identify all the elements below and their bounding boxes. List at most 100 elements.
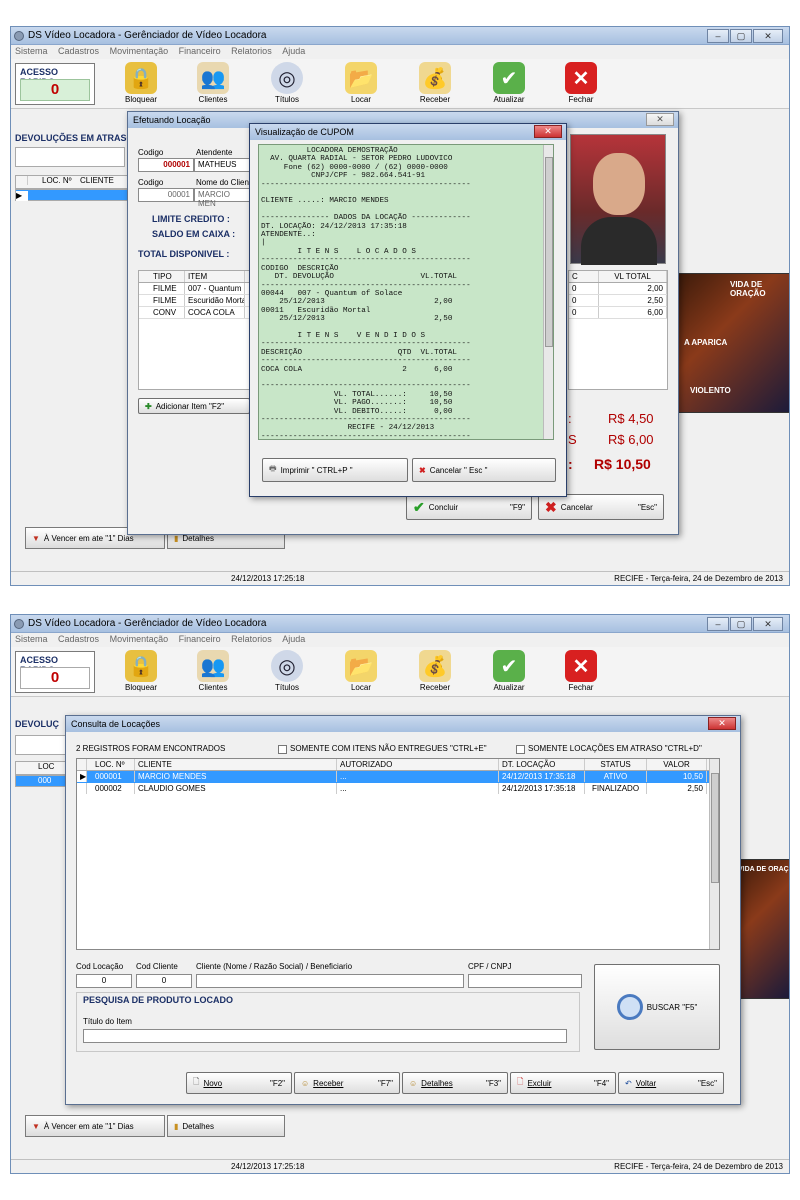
bloquear-label: Bloquear [124, 683, 158, 692]
dvd-icon: ◎ [271, 650, 303, 682]
novo-button[interactable]: 🗋 Novo "F2" [186, 1072, 292, 1094]
locar-button[interactable]: 📂 Locar [331, 650, 391, 696]
clientes-button[interactable]: 👥 Clientes [183, 650, 243, 696]
maximize-button[interactable]: ▢ [730, 29, 752, 43]
cupom-scroll-thumb[interactable] [545, 157, 553, 347]
grid-scroll-thumb[interactable] [711, 773, 719, 883]
locacao-close-button[interactable]: ✕ [646, 113, 674, 126]
cpf-cnpj-label: CPF / CNPJ [468, 962, 512, 971]
minimize-button[interactable]: – [707, 29, 729, 43]
locacoes-em-atraso-checkbox[interactable] [516, 745, 525, 754]
menu-financeiro[interactable]: Financeiro [175, 633, 225, 645]
concluir-button[interactable]: ✔ Concluir "F9" [406, 494, 532, 520]
menu-financeiro[interactable]: Financeiro [175, 45, 225, 57]
menu-ajuda[interactable]: Ajuda [278, 45, 309, 57]
menu-sistema[interactable]: Sistema [11, 45, 52, 57]
menu-sistema[interactable]: Sistema [11, 633, 52, 645]
nome-cliente-field[interactable]: MARCIO MEN [194, 188, 250, 208]
registros-count: 2 REGISTROS FORAM ENCONTRADOS [76, 744, 226, 753]
codigo-cliente-field[interactable]: 00001 [138, 188, 194, 202]
c-header: C [569, 271, 599, 282]
vl-cell: 6,00 [599, 307, 667, 318]
cliente-nome-label: Cliente (Nome / Razão Social) / Benefici… [196, 962, 353, 971]
cupom-line: ----------------------------------------… [261, 416, 471, 424]
itens-grid-row[interactable]: FILME Escuridão Morta [139, 295, 249, 307]
itens-grid-header: TIPO ITEM [139, 271, 249, 283]
cod-locacao-field[interactable]: 0 [76, 974, 132, 988]
locar-label: Locar [350, 683, 371, 692]
locar-label: Locar [350, 95, 371, 104]
dvd-icon: ◎ [271, 62, 303, 94]
close-button[interactable]: ✕ [753, 29, 783, 43]
cliente-nome-field[interactable] [196, 974, 464, 988]
menu-ajuda[interactable]: Ajuda [278, 633, 309, 645]
consulta-close-button[interactable]: ✕ [708, 717, 736, 730]
cupom-titlebar: Visualização de CUPOM ✕ [250, 124, 566, 140]
grid-scrollbar[interactable] [709, 759, 719, 949]
cpf-cnpj-field[interactable] [468, 974, 582, 988]
cupom-line: ----------------------------------------… [261, 382, 471, 391]
atualizar-label: Atualizar [493, 95, 525, 104]
valores-grid-row[interactable]: 0 2,50 [569, 295, 667, 307]
receber-consulta-button[interactable]: ☺ Receber "F7" [294, 1072, 400, 1094]
atualizar-button[interactable]: ✔ Atualizar [479, 62, 539, 108]
a-vencer-button[interactable]: ▼ À Vencer em ate "1" Dias [25, 1115, 165, 1137]
valores-grid-header: C VL TOTAL [569, 271, 667, 283]
titulo-item-field[interactable] [83, 1029, 567, 1043]
loc-header: LOC. Nº [87, 759, 135, 770]
itens-nao-entregues-checkbox[interactable] [278, 745, 287, 754]
cancelar-cupom-button[interactable]: ✖ Cancelar " Esc " [412, 458, 556, 482]
status-location: RECIFE - Terça-feira, 24 de Dezembro de … [614, 574, 783, 583]
cupom-close-button[interactable]: ✕ [534, 125, 562, 138]
users-icon: 👥 [197, 62, 229, 94]
locacao-row[interactable]: 000002 CLAUDIO GOMES... 24/12/2013 17:35:1… [77, 783, 719, 795]
devolucoes-filter[interactable] [15, 147, 125, 167]
menu-cadastros[interactable]: Cadastros [54, 633, 103, 645]
valores-grid-row[interactable]: 0 6,00 [569, 307, 667, 319]
close-button[interactable]: ✕ [753, 617, 783, 631]
imprimir-button[interactable]: 🖶 Imprimir " CTRL+P " [262, 458, 408, 482]
excluir-button[interactable]: 🗋 Excluir "F4" [510, 1072, 616, 1094]
atendente-field[interactable]: MATHEUS [194, 158, 250, 172]
padlock-icon: 🔒 [125, 62, 157, 94]
buscar-button[interactable]: BUSCAR "F5" [594, 964, 720, 1050]
itens-grid-row[interactable]: FILME 007 - Quantum o [139, 283, 249, 295]
menu-relatorios[interactable]: Relatorios [227, 45, 276, 57]
status-cell: FINALIZADO [585, 783, 647, 794]
acesso-rapido-input[interactable]: 0 [20, 667, 90, 689]
receber-label: Receber [419, 95, 451, 104]
locar-button[interactable]: 📂 Locar [331, 62, 391, 108]
atualizar-button[interactable]: ✔ Atualizar [479, 650, 539, 696]
titulos-button[interactable]: ◎ Títulos [257, 62, 317, 108]
detalhes-consulta-button[interactable]: ☺ Detalhes "F3" [402, 1072, 508, 1094]
bloquear-button[interactable]: 🔒 Bloquear [111, 62, 171, 108]
adicionar-item-button[interactable]: ✚ Adicionar Item "F2" [138, 398, 250, 414]
valores-grid-row[interactable]: 0 2,00 [569, 283, 667, 295]
cupom-line: AV. QUARTA RADIAL - SETOR PEDRO LUDOVICO [261, 155, 453, 164]
menu-movimentacao[interactable]: Movimentação [106, 45, 173, 57]
locacao-row[interactable]: ▶ 000001 MARCIO MENDES... 24/12/2013 17:35:… [77, 771, 719, 783]
acesso-rapido-input[interactable]: 0 [20, 79, 90, 101]
fechar-button[interactable]: ✕ Fechar [551, 650, 611, 696]
clientes-button[interactable]: 👥 Clientes [183, 62, 243, 108]
titulos-button[interactable]: ◎ Títulos [257, 650, 317, 696]
status-datetime: 24/12/2013 17:25:18 [231, 574, 305, 583]
menu-cadastros[interactable]: Cadastros [54, 45, 103, 57]
receber-button[interactable]: 💰 Receber [405, 650, 465, 696]
itens-grid-row[interactable]: CONV COCA COLA [139, 307, 249, 319]
devolucoes-row[interactable]: ▶ [15, 189, 133, 201]
bloquear-button[interactable]: 🔒 Bloquear [111, 650, 171, 696]
minimize-button[interactable]: – [707, 617, 729, 631]
receber-button[interactable]: 💰 Receber [405, 62, 465, 108]
cupom-scrollbar[interactable] [543, 145, 553, 439]
menu-relatorios[interactable]: Relatorios [227, 633, 276, 645]
codigo-field[interactable]: 000001 [138, 158, 194, 172]
voltar-button[interactable]: ↶ Voltar "Esc" [618, 1072, 724, 1094]
detalhes-button[interactable]: ▮ Detalhes [167, 1115, 285, 1137]
window-titlebar: DS Vídeo Locadora - Gerênciador de Vídeo… [11, 615, 789, 633]
menu-movimentacao[interactable]: Movimentação [106, 633, 173, 645]
maximize-button[interactable]: ▢ [730, 617, 752, 631]
cancelar-locacao-button[interactable]: ✖ Cancelar "Esc" [538, 494, 664, 520]
fechar-button[interactable]: ✕ Fechar [551, 62, 611, 108]
cod-cliente-field[interactable]: 0 [136, 974, 192, 988]
